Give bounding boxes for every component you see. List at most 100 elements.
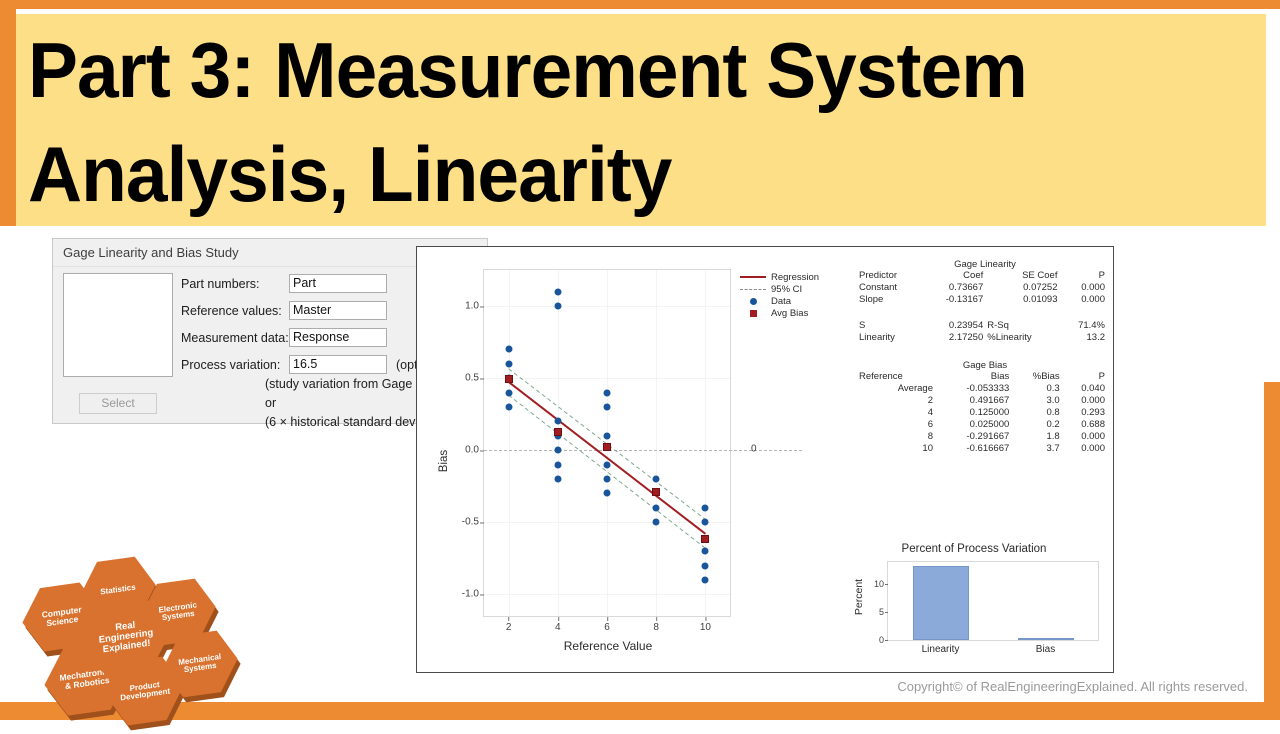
cell-linearity-label: Linearity bbox=[859, 332, 895, 343]
bar-plot-area: 0 5 10 Linearity Bias bbox=[874, 561, 1099, 655]
scatter-data-point bbox=[701, 504, 709, 512]
scatter-data-point bbox=[603, 403, 611, 411]
table-header-row: Predictor Coef SE Coef P bbox=[857, 270, 1107, 282]
th-bias: Bias bbox=[990, 371, 1010, 382]
scatter-x-tick-label: 8 bbox=[653, 617, 659, 633]
cell-pct-linearity-value: 13.2 bbox=[1086, 332, 1106, 343]
cell-p: 0.293 bbox=[1081, 407, 1105, 418]
process-variation-input[interactable]: 16.5 bbox=[289, 355, 387, 374]
gage-linearity-scatter-chart: Bias 2 4 6 8 10 1.0 0.5 0.0 -0.5 -1.0 Reference V… bbox=[427, 255, 802, 667]
dialog-title: Gage Linearity and Bias Study bbox=[63, 245, 239, 260]
title-banner: Part 3: Measurement System Analysis, Lin… bbox=[16, 14, 1266, 226]
legend-label-regression: Regression bbox=[771, 271, 820, 283]
scatter-data-point bbox=[603, 432, 611, 440]
th-se-coef: SE Coef bbox=[1022, 270, 1058, 281]
scatter-data-point bbox=[554, 446, 562, 454]
cell-bias: 0.025000 bbox=[969, 419, 1010, 430]
scatter-data-point bbox=[554, 461, 562, 469]
scatter-x-tick-label: 10 bbox=[699, 617, 711, 633]
cell-p: 0.000 bbox=[1081, 443, 1105, 454]
th-p: P bbox=[1098, 270, 1105, 281]
scatter-y-tick-label: -1.0 bbox=[461, 588, 485, 600]
frame-bottom-bar bbox=[0, 702, 1280, 720]
gage-bias-table: Reference Bias %Bias P Average -0.053333… bbox=[857, 371, 1107, 455]
th-p: P bbox=[1098, 371, 1105, 382]
cell-predictor: Slope bbox=[859, 294, 884, 305]
minitab-graph-window[interactable]: Bias 2 4 6 8 10 1.0 0.5 0.0 -0.5 -1.0 Reference V… bbox=[416, 246, 1114, 673]
bar-y-tick-label: 5 bbox=[878, 607, 889, 618]
table-row: 6 0.025000 0.2 0.688 bbox=[857, 419, 1107, 431]
legend-label-ci: 95% CI bbox=[771, 283, 803, 295]
reference-values-input[interactable]: Master bbox=[289, 301, 387, 320]
scatter-x-tick-label: 6 bbox=[604, 617, 610, 633]
cell-p: 0.000 bbox=[1081, 294, 1105, 305]
scatter-data-point bbox=[603, 489, 611, 497]
variable-listbox[interactable] bbox=[63, 273, 173, 377]
table-row: 8 -0.291667 1.8 0.000 bbox=[857, 431, 1107, 443]
brand-logo: Statistics Electronic Systems Mechanical S… bbox=[18, 558, 244, 700]
cell-se-coef: 0.01093 bbox=[1023, 294, 1058, 305]
gage-linearity-table: Predictor Coef SE Coef P Constant 0.7366… bbox=[857, 270, 1107, 344]
cell-p: 0.688 bbox=[1081, 419, 1105, 430]
th-reference: Reference bbox=[859, 371, 903, 382]
field-row-measurement-data: Measurement data: Response bbox=[181, 327, 387, 348]
scatter-x-tick-label: 2 bbox=[505, 617, 512, 633]
scatter-y-tick-label: 1.0 bbox=[465, 300, 484, 312]
cell-bias: 0.491667 bbox=[969, 395, 1010, 406]
table-spacer bbox=[857, 306, 1107, 320]
scatter-data-point bbox=[701, 562, 709, 570]
part-numbers-input[interactable]: Part bbox=[289, 274, 387, 293]
cell-p: 0.000 bbox=[1081, 431, 1105, 442]
scatter-data-point bbox=[603, 475, 611, 483]
th-pct-bias: %Bias bbox=[1032, 371, 1060, 382]
cell-pct-bias: 0.8 bbox=[1046, 407, 1060, 418]
scatter-avg-bias-point bbox=[652, 488, 661, 497]
regression-line-icon bbox=[739, 276, 767, 278]
legend-item-regression: Regression bbox=[739, 271, 847, 283]
select-button[interactable]: Select bbox=[79, 393, 157, 414]
bar-y-tick-label: 10 bbox=[873, 579, 889, 590]
gage-bias-table-title: Gage Bias bbox=[962, 360, 1008, 371]
measurement-data-input[interactable]: Response bbox=[289, 328, 387, 347]
scatter-data-point bbox=[505, 403, 513, 411]
scatter-data-point bbox=[505, 345, 513, 353]
cell-reference: 4 bbox=[927, 407, 933, 418]
scatter-avg-bias-point bbox=[701, 535, 710, 544]
table-row: S 0.23954 R-Sq 71.4% bbox=[857, 320, 1107, 332]
bar-x-tick-label: Bias bbox=[1035, 644, 1056, 655]
avg-bias-square-icon bbox=[739, 309, 767, 317]
field-row-process-variation: Process variation: 16.5 (optional) bbox=[181, 354, 448, 375]
cell-p: 0.040 bbox=[1081, 383, 1105, 394]
scatter-avg-bias-point bbox=[603, 442, 611, 451]
cell-linearity-value: 2.17250 bbox=[948, 332, 984, 343]
process-variation-label: Process variation: bbox=[181, 357, 281, 372]
cell-predictor: Constant bbox=[859, 282, 898, 293]
scatter-data-point bbox=[505, 360, 513, 368]
legend-label-data: Data bbox=[771, 295, 792, 307]
cell-pct-bias: 0.3 bbox=[1046, 383, 1060, 394]
scatter-avg-bias-point bbox=[553, 428, 562, 437]
cell-bias: -0.053333 bbox=[966, 383, 1010, 394]
cell-pct-linearity-label: %Linearity bbox=[987, 332, 1032, 343]
legend-item-data: Data bbox=[739, 295, 847, 307]
cell-bias: -0.616667 bbox=[966, 443, 1010, 454]
scatter-y-tick-label: 0.5 bbox=[465, 372, 484, 384]
frame-top-bar bbox=[0, 0, 1280, 9]
table-row: 10 -0.616667 3.7 0.000 bbox=[857, 443, 1107, 455]
cell-rsq-value: 71.4% bbox=[1078, 320, 1105, 331]
scatter-data-point bbox=[652, 518, 660, 526]
part-numbers-label: Part numbers: bbox=[181, 276, 260, 291]
bar-y-tick-label: 0 bbox=[878, 635, 889, 645]
scatter-y-tick-label: -0.5 bbox=[461, 516, 485, 528]
gage-linearity-table-title: Gage Linearity bbox=[954, 259, 1016, 270]
scatter-data-point bbox=[603, 389, 611, 397]
cell-p: 0.000 bbox=[1081, 395, 1105, 406]
data-dot-icon bbox=[739, 297, 767, 305]
scatter-plot-area: 2 4 6 8 10 1.0 0.5 0.0 -0.5 -1.0 bbox=[462, 269, 802, 633]
scatter-data-point bbox=[554, 417, 562, 425]
cell-pct-bias: 1.8 bbox=[1046, 431, 1060, 442]
scatter-data-point bbox=[554, 302, 562, 310]
measurement-data-label: Measurement data: bbox=[181, 330, 289, 345]
scatter-data-point bbox=[652, 475, 660, 483]
chart-legend: Regression 95% CI Data Avg Bias bbox=[739, 271, 847, 319]
